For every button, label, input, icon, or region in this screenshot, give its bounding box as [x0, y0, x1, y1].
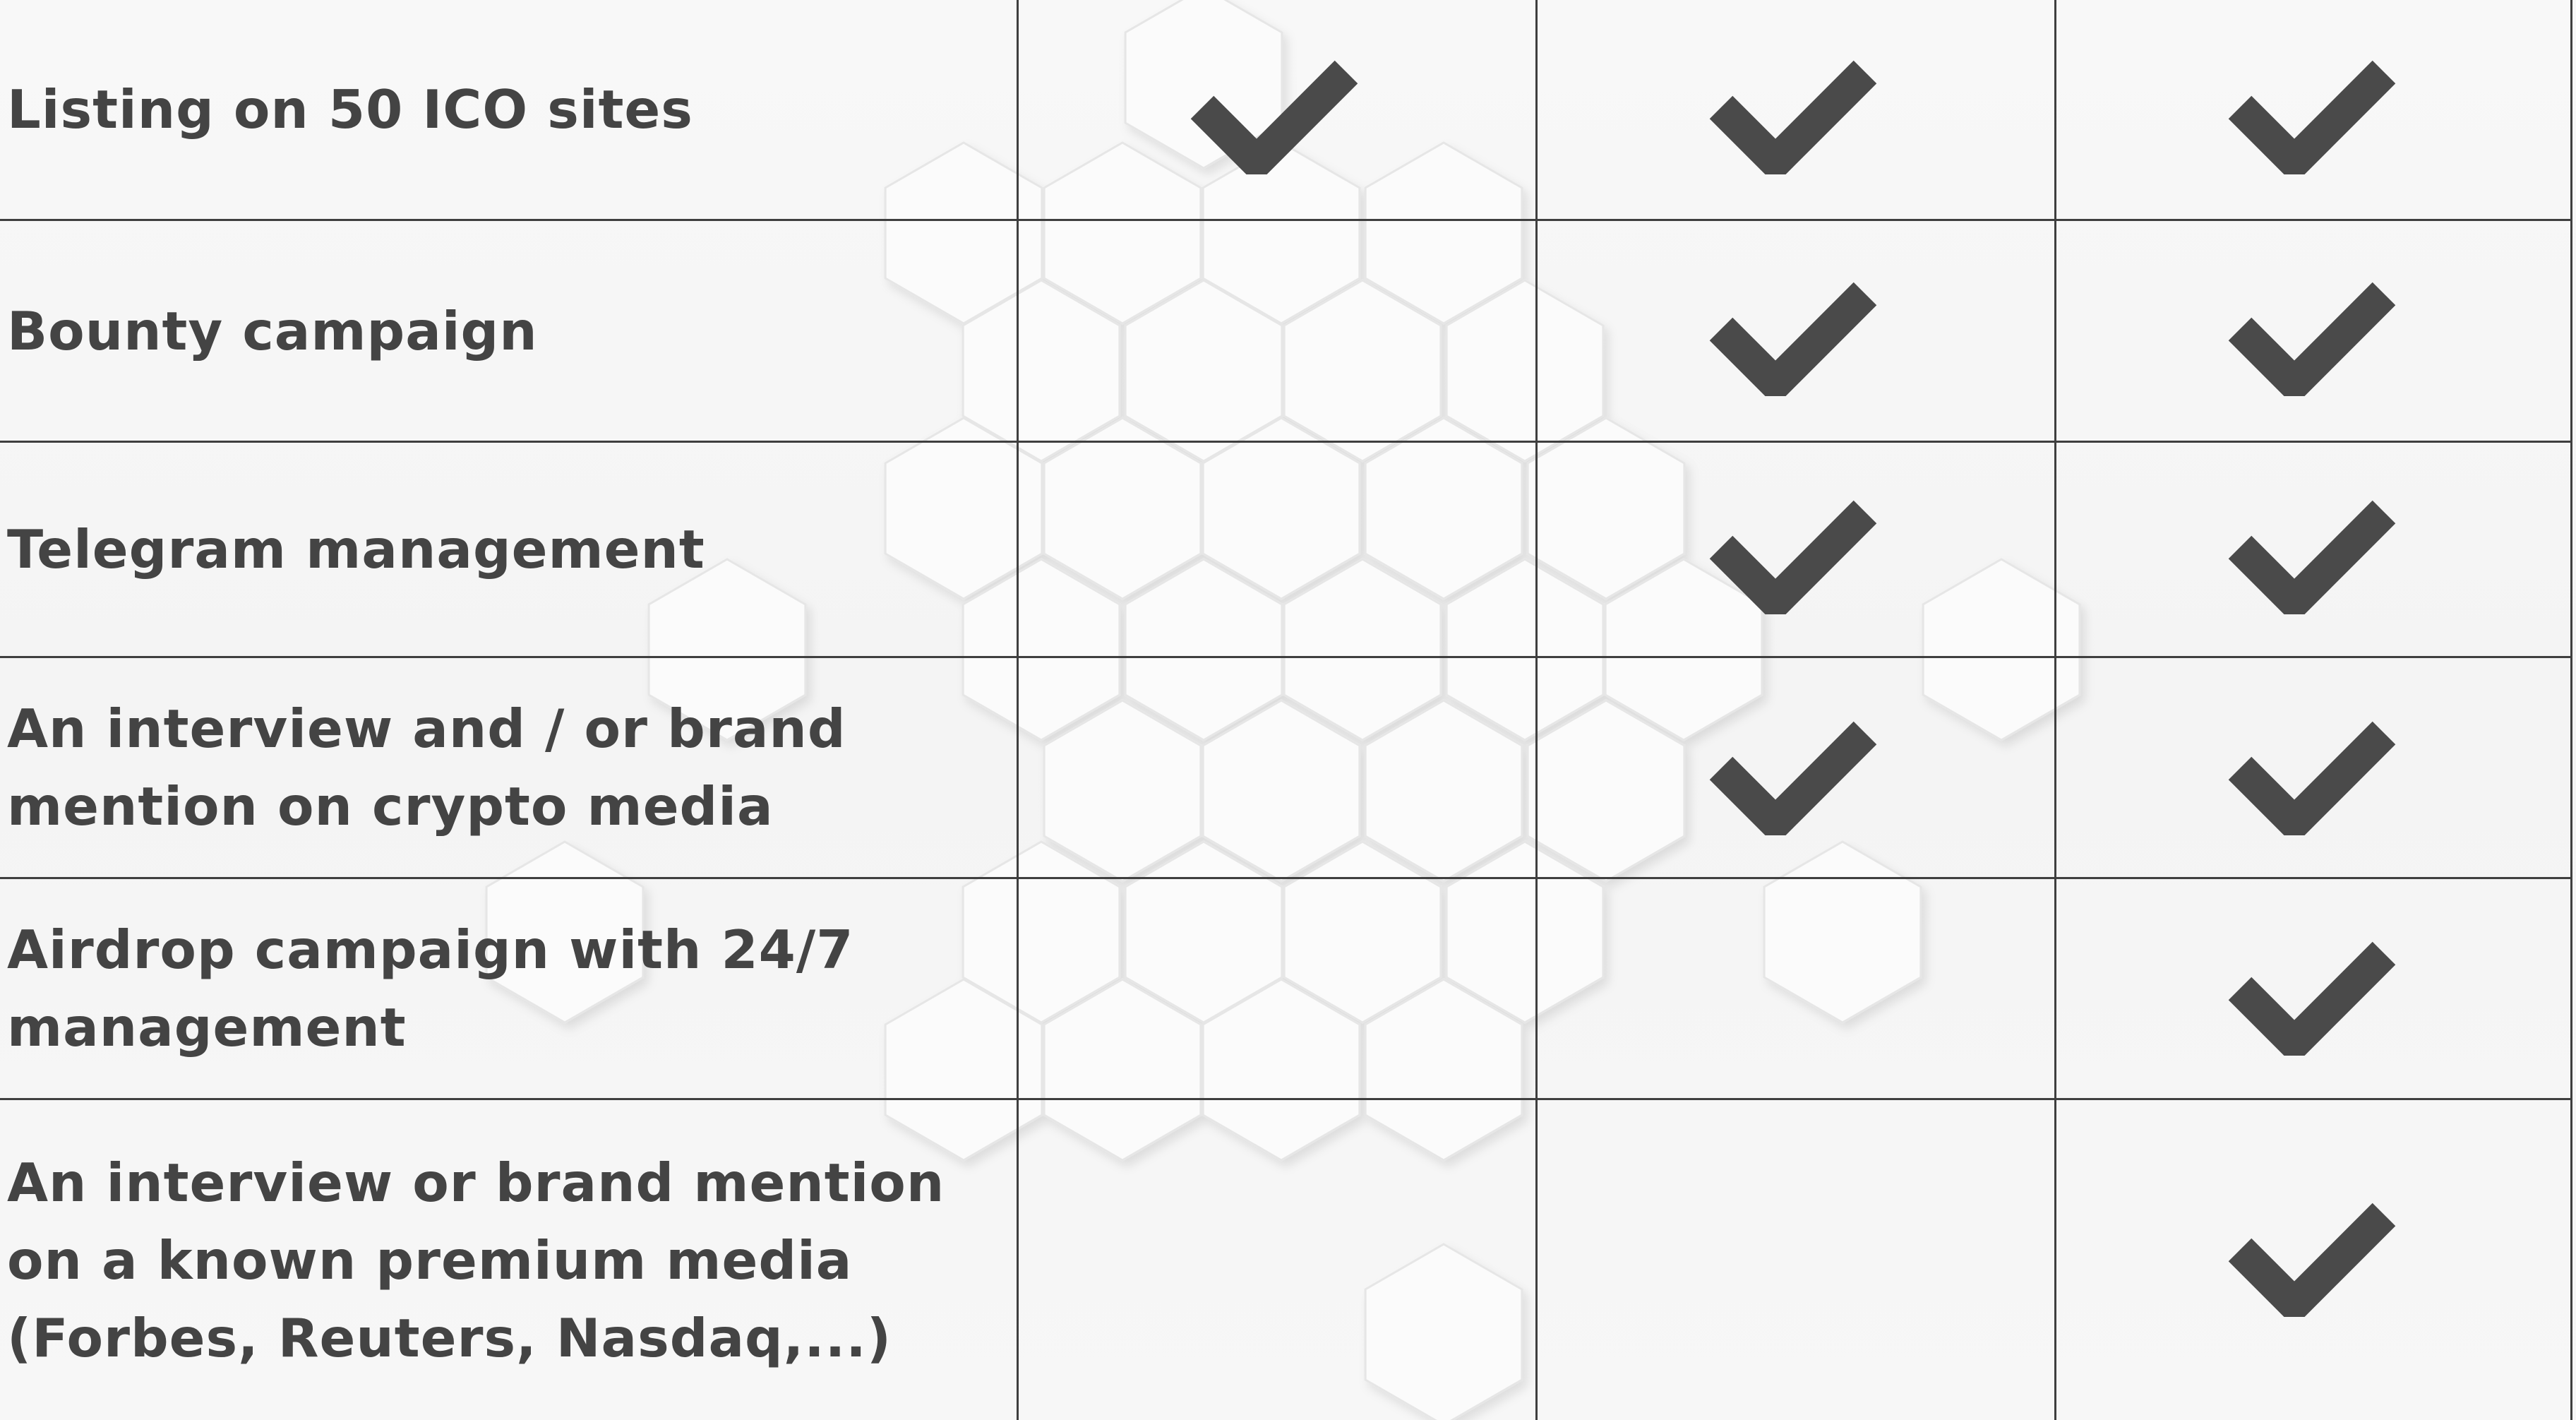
- feature-label-telegram: Telegram management: [7, 518, 705, 580]
- checkmark-icon: [2228, 282, 2396, 396]
- hexagon-tile: [1445, 558, 1605, 741]
- hexagon-tile: [1763, 840, 1922, 1024]
- checkmark-icon: [1190, 60, 1358, 174]
- hexagon-tile: [1283, 558, 1442, 741]
- comparison-table-slide: Listing on 50 ICO sites Bounty campaign …: [0, 0, 2576, 1420]
- feature-label-crypto-media: An interview and / or brand mention on c…: [7, 698, 846, 837]
- hexagon-tile: [1043, 699, 1202, 883]
- hexagon-tile: [1364, 699, 1523, 883]
- column-divider: [2054, 0, 2056, 1420]
- checkmark-icon: [1709, 500, 1877, 614]
- column-divider: [2570, 0, 2572, 1420]
- column-divider: [1535, 0, 1538, 1420]
- checkmark-icon: [2228, 500, 2396, 614]
- feature-label-premium-media: An interview or brand mention on a known…: [7, 1151, 945, 1369]
- checkmark-icon: [1709, 721, 1877, 835]
- feature-label-airdrop: Airdrop campaign with 24/7 management: [7, 919, 854, 1058]
- checkmark-icon: [2228, 1203, 2396, 1317]
- column-divider: [1017, 0, 1019, 1420]
- checkmark-icon: [2228, 721, 2396, 835]
- checkmark-icon: [2228, 941, 2396, 1056]
- hexagon-tile: [1364, 1243, 1523, 1420]
- feature-label-ico-listing: Listing on 50 ICO sites: [7, 78, 693, 141]
- checkmark-icon: [2228, 60, 2396, 174]
- checkmark-icon: [1709, 60, 1877, 174]
- feature-label-bounty: Bounty campaign: [7, 299, 538, 362]
- checkmark-icon: [1709, 282, 1877, 396]
